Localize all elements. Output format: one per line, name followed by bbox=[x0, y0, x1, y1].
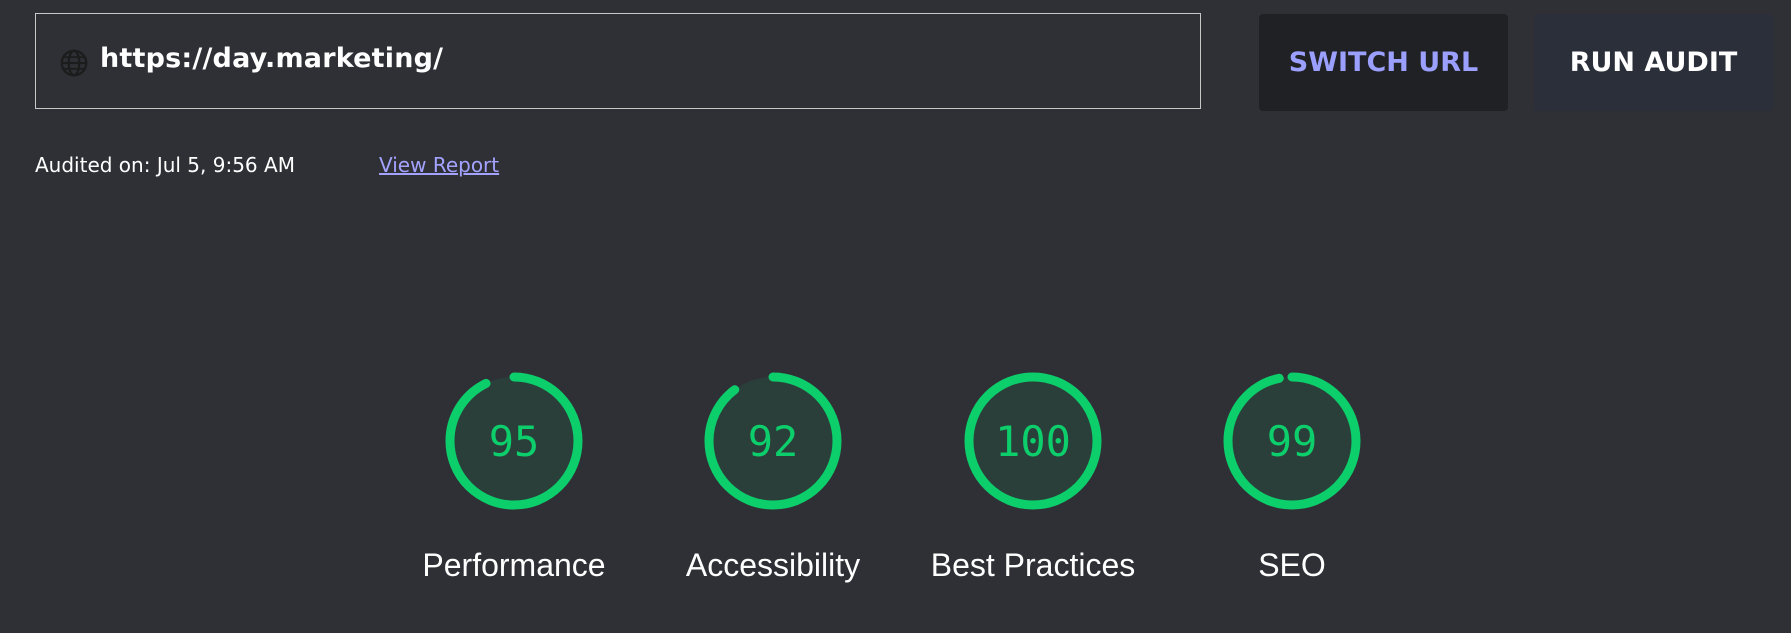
globe-icon bbox=[60, 49, 88, 77]
score-gauge-performance[interactable]: 95 bbox=[384, 370, 644, 512]
switch-url-button[interactable]: SWITCH URL bbox=[1259, 14, 1508, 111]
gauge-score: 99 bbox=[1267, 417, 1318, 466]
audited-timestamp: Audited on: Jul 5, 9:56 AM bbox=[35, 153, 295, 177]
score-gauge-best-practices[interactable]: 100 bbox=[903, 370, 1163, 512]
view-report-link[interactable]: View Report bbox=[379, 153, 499, 177]
gauge-label: Accessibility bbox=[685, 547, 861, 583]
gauge-label: SEO bbox=[1258, 547, 1326, 583]
score-gauge-accessibility[interactable]: 92 bbox=[643, 370, 903, 512]
gauge-score: 95 bbox=[489, 417, 540, 466]
gauge-score: 92 bbox=[748, 417, 799, 466]
gauge-score: 100 bbox=[995, 417, 1071, 466]
gauge-label: Performance bbox=[422, 547, 606, 583]
url-input[interactable]: https://day.marketing/ bbox=[35, 13, 1201, 109]
url-value: https://day.marketing/ bbox=[100, 43, 444, 74]
gauge-label: Best Practices bbox=[930, 547, 1136, 583]
run-audit-button[interactable]: RUN AUDIT bbox=[1534, 14, 1773, 111]
score-gauge-seo[interactable]: 99 bbox=[1162, 370, 1422, 512]
